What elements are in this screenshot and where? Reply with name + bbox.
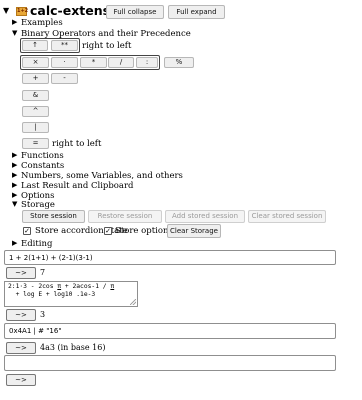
collapsed-triangle-icon[interactable]: ▶	[12, 172, 17, 179]
section-constants[interactable]: Constants	[21, 162, 64, 171]
operator-button-times[interactable]: ×	[22, 57, 49, 68]
operator-button-plus[interactable]: +	[22, 73, 49, 84]
expression-input-3[interactable]: 0x4A1 | # "16"	[4, 323, 336, 339]
expression-input-1[interactable]: 1 + 2(1+1) + (2-1)(3-1)	[4, 250, 336, 265]
store-session-button[interactable]: Store session	[22, 210, 85, 223]
operator-button-double-star[interactable]: **	[51, 40, 78, 51]
evaluate-button-1[interactable]: ~>	[6, 267, 36, 279]
clear-storage-button[interactable]: Clear Storage	[167, 224, 221, 238]
section-storage[interactable]: Storage	[21, 201, 55, 210]
store-accordion-checkbox[interactable]: ✓	[23, 227, 31, 235]
operator-button-caret[interactable]: ^	[22, 106, 49, 117]
result-text-1: 7	[40, 268, 46, 277]
collapsed-triangle-icon[interactable]: ▶	[12, 162, 17, 169]
operator-button-percent[interactable]: %	[164, 57, 194, 68]
store-options-label: Store options	[115, 226, 173, 236]
collapsed-triangle-icon[interactable]: ▶	[12, 182, 17, 189]
clear-stored-session-button[interactable]: Clear stored session	[248, 210, 326, 223]
expression-textarea-2[interactable]: 2:1·3 - 2cos π + 2acos-1 / π + log E + l…	[4, 281, 138, 307]
operator-button-dot[interactable]: ·	[51, 57, 78, 68]
result-text-3: 4a3 (in base 16)	[40, 343, 106, 352]
expanded-triangle-icon[interactable]: ▼	[12, 30, 17, 37]
section-last-result[interactable]: Last Result and Clipboard	[21, 182, 134, 191]
collapsed-triangle-icon[interactable]: ▶	[12, 240, 17, 247]
expanded-triangle-icon[interactable]: ▼	[3, 7, 9, 15]
textarea-line-1: 2:1·3 - 2cos π + 2acos-1 / π	[8, 283, 115, 290]
full-collapse-button[interactable]: Full collapse	[106, 5, 164, 19]
collapsed-triangle-icon[interactable]: ▶	[12, 152, 17, 159]
operator-button-minus[interactable]: -	[51, 73, 78, 84]
evaluate-button-3[interactable]: ~>	[6, 342, 36, 354]
evaluate-button-2[interactable]: ~>	[6, 309, 36, 321]
equals-associativity-note: right to left	[52, 139, 102, 149]
operator-button-slash[interactable]: /	[108, 57, 134, 68]
expression-input-4[interactable]	[4, 355, 336, 371]
resize-grip-icon[interactable]	[130, 299, 136, 305]
add-stored-session-button[interactable]: Add stored session	[165, 210, 245, 223]
collapsed-triangle-icon[interactable]: ▶	[12, 192, 17, 199]
store-accordion-label: Store accordion state	[35, 226, 128, 236]
operator-button-pipe[interactable]: |	[22, 122, 49, 133]
collapsed-triangle-icon[interactable]: ▶	[12, 19, 17, 26]
section-numbers[interactable]: Numbers, some Variables, and others	[21, 172, 183, 181]
operator-button-ampersand[interactable]: &	[22, 90, 49, 101]
store-options-checkbox[interactable]: ✓	[104, 227, 112, 235]
section-editing[interactable]: Editing	[21, 240, 52, 249]
power-associativity-note: right to left	[82, 41, 132, 51]
operator-button-colon[interactable]: :	[136, 57, 158, 68]
operator-button-star[interactable]: *	[80, 57, 107, 68]
section-examples[interactable]: Examples	[21, 19, 63, 28]
evaluate-button-4[interactable]: ~>	[6, 374, 36, 386]
operator-button-equals[interactable]: =	[22, 138, 49, 149]
section-functions[interactable]: Functions	[21, 152, 64, 161]
result-text-2: 3	[40, 310, 46, 319]
calc-logo-icon: 1+2	[16, 7, 29, 16]
operator-button-up-arrow[interactable]: ↑	[22, 40, 48, 51]
restore-session-button[interactable]: Restore session	[88, 210, 162, 223]
expanded-triangle-icon[interactable]: ▼	[12, 201, 17, 208]
textarea-line-2: + log E + log10 .1e-3	[8, 291, 96, 298]
full-expand-button[interactable]: Full expand	[168, 5, 225, 19]
